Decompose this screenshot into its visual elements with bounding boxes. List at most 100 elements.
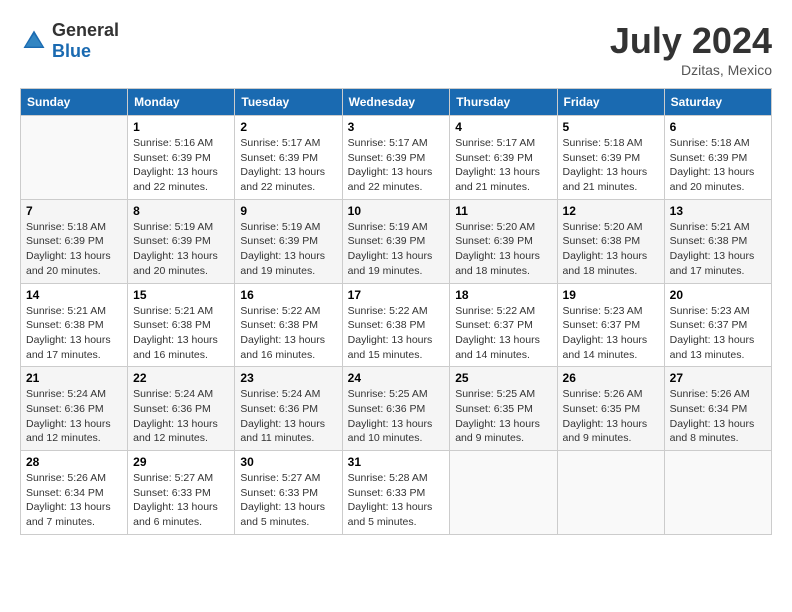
day-number: 9 <box>240 204 336 218</box>
calendar-cell: 31Sunrise: 5:28 AMSunset: 6:33 PMDayligh… <box>342 451 450 535</box>
weekday-header: Saturday <box>664 89 771 116</box>
calendar-cell <box>664 451 771 535</box>
day-number: 10 <box>348 204 445 218</box>
day-number: 3 <box>348 120 445 134</box>
calendar-week-row: 7Sunrise: 5:18 AMSunset: 6:39 PMDaylight… <box>21 199 772 283</box>
weekday-header: Sunday <box>21 89 128 116</box>
day-info: Sunrise: 5:17 AMSunset: 6:39 PMDaylight:… <box>455 136 551 195</box>
day-info: Sunrise: 5:26 AMSunset: 6:35 PMDaylight:… <box>563 387 659 446</box>
day-number: 20 <box>670 288 766 302</box>
calendar-cell: 19 Sunrise: 5:23 AMSunset: 6:37 PMDayligh… <box>557 283 664 367</box>
day-info: Sunrise: 5:19 AMSunset: 6:39 PMDaylight:… <box>240 220 336 279</box>
day-info: Sunrise: 5:24 AMSunset: 6:36 PMDaylight:… <box>240 387 336 446</box>
weekday-header: Thursday <box>450 89 557 116</box>
day-number: 6 <box>670 120 766 134</box>
day-number: 19 <box>563 288 659 302</box>
day-number: 2 <box>240 120 336 134</box>
day-number: 11 <box>455 204 551 218</box>
weekday-header: Tuesday <box>235 89 342 116</box>
day-number: 22 <box>133 371 229 385</box>
calendar-cell <box>21 116 128 200</box>
day-info: Sunrise: 5:27 AMSunset: 6:33 PMDaylight:… <box>240 471 336 530</box>
calendar-week-row: 21Sunrise: 5:24 AMSunset: 6:36 PMDayligh… <box>21 367 772 451</box>
location-subtitle: Dzitas, Mexico <box>610 62 772 78</box>
day-info: Sunrise: 5:22 AMSunset: 6:38 PMDaylight:… <box>240 304 336 363</box>
day-number: 18 <box>455 288 551 302</box>
calendar-cell: 18 Sunrise: 5:22 AMSunset: 6:37 PMDayligh… <box>450 283 557 367</box>
day-number: 31 <box>348 455 445 469</box>
day-number: 5 <box>563 120 659 134</box>
calendar-cell: 6Sunrise: 5:18 AMSunset: 6:39 PMDaylight… <box>664 116 771 200</box>
day-info: Sunrise: 5:26 AMSunset: 6:34 PMDaylight:… <box>670 387 766 446</box>
calendar-cell: 12 Sunrise: 5:20 AMSunset: 6:38 PMDayligh… <box>557 199 664 283</box>
day-info: Sunrise: 5:24 AMSunset: 6:36 PMDaylight:… <box>26 387 122 446</box>
day-number: 1 <box>133 120 229 134</box>
day-number: 23 <box>240 371 336 385</box>
day-info: Sunrise: 5:17 AMSunset: 6:39 PMDaylight:… <box>240 136 336 195</box>
day-number: 16 <box>240 288 336 302</box>
calendar-cell: 14Sunrise: 5:21 AMSunset: 6:38 PMDayligh… <box>21 283 128 367</box>
day-info: Sunrise: 5:19 AMSunset: 6:39 PMDaylight:… <box>133 220 229 279</box>
day-info: Sunrise: 5:21 AMSunset: 6:38 PMDaylight:… <box>133 304 229 363</box>
calendar-cell: 17 Sunrise: 5:22 AMSunset: 6:38 PMDayligh… <box>342 283 450 367</box>
calendar-cell: 4 Sunrise: 5:17 AMSunset: 6:39 PMDaylight… <box>450 116 557 200</box>
calendar-table: SundayMondayTuesdayWednesdayThursdayFrid… <box>20 88 772 535</box>
day-info: Sunrise: 5:27 AMSunset: 6:33 PMDaylight:… <box>133 471 229 530</box>
calendar-cell: 16 Sunrise: 5:22 AMSunset: 6:38 PMDayligh… <box>235 283 342 367</box>
day-info: Sunrise: 5:21 AMSunset: 6:38 PMDaylight:… <box>670 220 766 279</box>
day-number: 25 <box>455 371 551 385</box>
calendar-cell: 11 Sunrise: 5:20 AMSunset: 6:39 PMDayligh… <box>450 199 557 283</box>
calendar-cell: 29 Sunrise: 5:27 AMSunset: 6:33 PMDayligh… <box>128 451 235 535</box>
logo-icon <box>20 27 48 55</box>
calendar-week-row: 28 Sunrise: 5:26 AMSunset: 6:34 PMDayligh… <box>21 451 772 535</box>
day-number: 30 <box>240 455 336 469</box>
weekday-header: Wednesday <box>342 89 450 116</box>
calendar-cell <box>557 451 664 535</box>
calendar-cell: 25 Sunrise: 5:25 AMSunset: 6:35 PMDayligh… <box>450 367 557 451</box>
day-info: Sunrise: 5:18 AMSunset: 6:39 PMDaylight:… <box>563 136 659 195</box>
day-info: Sunrise: 5:22 AMSunset: 6:37 PMDaylight:… <box>455 304 551 363</box>
calendar-cell: 20 Sunrise: 5:23 AMSunset: 6:37 PMDayligh… <box>664 283 771 367</box>
day-number: 8 <box>133 204 229 218</box>
calendar-cell: 1Sunrise: 5:16 AMSunset: 6:39 PMDaylight… <box>128 116 235 200</box>
calendar-cell: 30 Sunrise: 5:27 AMSunset: 6:33 PMDayligh… <box>235 451 342 535</box>
day-number: 17 <box>348 288 445 302</box>
calendar-cell: 22Sunrise: 5:24 AMSunset: 6:36 PMDayligh… <box>128 367 235 451</box>
calendar-cell: 3Sunrise: 5:17 AMSunset: 6:39 PMDaylight… <box>342 116 450 200</box>
day-info: Sunrise: 5:20 AMSunset: 6:38 PMDaylight:… <box>563 220 659 279</box>
calendar-cell: 27 Sunrise: 5:26 AMSunset: 6:34 PMDayligh… <box>664 367 771 451</box>
calendar-cell: 7Sunrise: 5:18 AMSunset: 6:39 PMDaylight… <box>21 199 128 283</box>
day-number: 13 <box>670 204 766 218</box>
day-info: Sunrise: 5:23 AMSunset: 6:37 PMDaylight:… <box>670 304 766 363</box>
day-number: 29 <box>133 455 229 469</box>
title-block: July 2024 Dzitas, Mexico <box>610 20 772 78</box>
day-info: Sunrise: 5:19 AMSunset: 6:39 PMDaylight:… <box>348 220 445 279</box>
day-number: 26 <box>563 371 659 385</box>
day-info: Sunrise: 5:23 AMSunset: 6:37 PMDaylight:… <box>563 304 659 363</box>
calendar-cell: 13 Sunrise: 5:21 AMSunset: 6:38 PMDayligh… <box>664 199 771 283</box>
calendar-cell: 23 Sunrise: 5:24 AMSunset: 6:36 PMDayligh… <box>235 367 342 451</box>
day-info: Sunrise: 5:22 AMSunset: 6:38 PMDaylight:… <box>348 304 445 363</box>
day-number: 28 <box>26 455 122 469</box>
day-number: 4 <box>455 120 551 134</box>
day-info: Sunrise: 5:26 AMSunset: 6:34 PMDaylight:… <box>26 471 122 530</box>
calendar-cell: 21Sunrise: 5:24 AMSunset: 6:36 PMDayligh… <box>21 367 128 451</box>
day-number: 15 <box>133 288 229 302</box>
day-number: 12 <box>563 204 659 218</box>
day-info: Sunrise: 5:21 AMSunset: 6:38 PMDaylight:… <box>26 304 122 363</box>
day-info: Sunrise: 5:25 AMSunset: 6:35 PMDaylight:… <box>455 387 551 446</box>
day-info: Sunrise: 5:20 AMSunset: 6:39 PMDaylight:… <box>455 220 551 279</box>
calendar-cell: 26 Sunrise: 5:26 AMSunset: 6:35 PMDayligh… <box>557 367 664 451</box>
logo: General Blue <box>20 20 119 62</box>
calendar-cell: 5 Sunrise: 5:18 AMSunset: 6:39 PMDaylight… <box>557 116 664 200</box>
day-number: 27 <box>670 371 766 385</box>
day-info: Sunrise: 5:25 AMSunset: 6:36 PMDaylight:… <box>348 387 445 446</box>
calendar-cell: 9 Sunrise: 5:19 AMSunset: 6:39 PMDaylight… <box>235 199 342 283</box>
month-title: July 2024 <box>610 20 772 62</box>
calendar-week-row: 1Sunrise: 5:16 AMSunset: 6:39 PMDaylight… <box>21 116 772 200</box>
calendar-cell: 2 Sunrise: 5:17 AMSunset: 6:39 PMDaylight… <box>235 116 342 200</box>
calendar-cell: 15 Sunrise: 5:21 AMSunset: 6:38 PMDayligh… <box>128 283 235 367</box>
calendar-cell: 28 Sunrise: 5:26 AMSunset: 6:34 PMDayligh… <box>21 451 128 535</box>
day-info: Sunrise: 5:18 AMSunset: 6:39 PMDaylight:… <box>26 220 122 279</box>
calendar-cell: 24Sunrise: 5:25 AMSunset: 6:36 PMDayligh… <box>342 367 450 451</box>
